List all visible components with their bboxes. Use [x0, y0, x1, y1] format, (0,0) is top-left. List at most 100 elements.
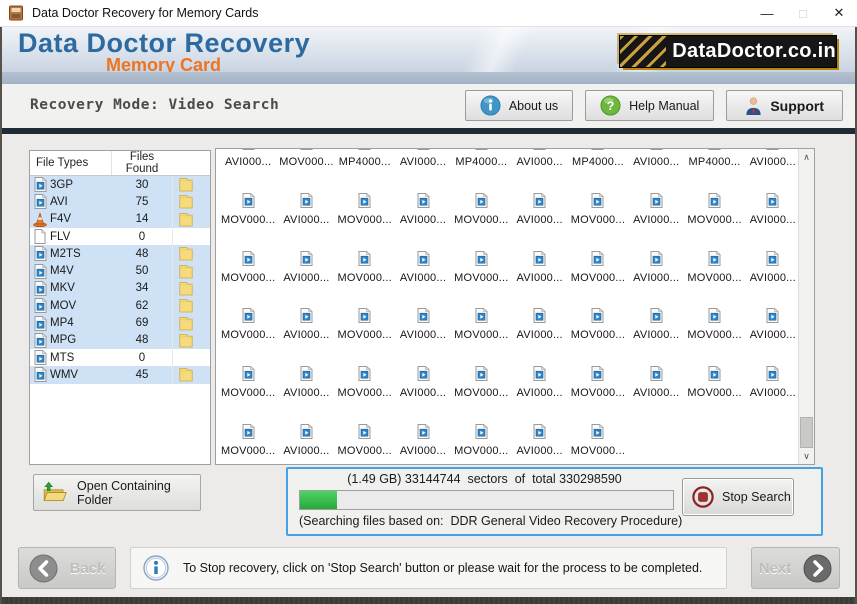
recovered-file-item[interactable]: MOV000...: [336, 366, 394, 399]
recovered-file-item[interactable]: MOV000...: [219, 366, 277, 399]
scrollbar-thumb[interactable]: [800, 417, 813, 448]
recovered-file-item[interactable]: AVI000...: [394, 251, 452, 284]
recovered-file-item[interactable]: MOV000...: [569, 193, 627, 226]
file-type-row[interactable]: WMV 45: [30, 366, 210, 383]
folder-cell[interactable]: [172, 297, 210, 314]
folder-cell[interactable]: [172, 193, 210, 210]
recovered-file-item[interactable]: AVI000...: [627, 149, 685, 168]
folder-cell[interactable]: [172, 332, 210, 349]
recovered-file-item[interactable]: AVI000...: [510, 251, 568, 284]
recovered-file-item[interactable]: MOV000...: [219, 308, 277, 341]
recovered-file-item[interactable]: MOV000...: [219, 193, 277, 226]
recovered-file-item[interactable]: AVI000...: [394, 149, 452, 168]
recovered-file-item[interactable]: AVI000...: [744, 251, 798, 284]
recovered-file-item[interactable]: MOV000...: [685, 193, 743, 226]
recovered-file-item[interactable]: MOV000...: [219, 424, 277, 457]
recovered-file-item[interactable]: AVI000...: [627, 251, 685, 284]
folder-cell[interactable]: [172, 176, 210, 193]
recovered-file-item[interactable]: MOV000...: [452, 251, 510, 284]
file-type-row[interactable]: AVI 75: [30, 193, 210, 210]
support-button[interactable]: Support: [726, 90, 843, 121]
back-button[interactable]: Back: [18, 547, 116, 589]
recovered-file-item[interactable]: MOV000...: [336, 193, 394, 226]
recovered-file-item[interactable]: AVI000...: [219, 149, 277, 168]
recovered-file-item[interactable]: AVI000...: [277, 366, 335, 399]
recovered-file-item[interactable]: AVI000...: [627, 308, 685, 341]
recovered-file-item[interactable]: AVI000...: [510, 193, 568, 226]
file-type-row[interactable]: 3GP 30: [30, 176, 210, 193]
recovered-file-item[interactable]: MOV000...: [685, 251, 743, 284]
recovered-file-item[interactable]: AVI000...: [510, 366, 568, 399]
folder-cell[interactable]: [172, 211, 210, 228]
video-file-icon: [34, 264, 47, 279]
folder-cell[interactable]: [172, 366, 210, 383]
recovered-file-item[interactable]: AVI000...: [394, 424, 452, 457]
recovered-file-item[interactable]: MOV000...: [569, 251, 627, 284]
recovered-file-item[interactable]: MOV000...: [685, 308, 743, 341]
folder-cell[interactable]: [172, 280, 210, 297]
recovered-file-item[interactable]: AVI000...: [744, 193, 798, 226]
recovered-file-item[interactable]: AVI000...: [394, 193, 452, 226]
recovered-file-item[interactable]: MP4000...: [452, 149, 510, 168]
recovered-file-item[interactable]: AVI000...: [744, 366, 798, 399]
file-grid-row: MOV000... AVI000... MOV000... AVI000... …: [219, 193, 798, 226]
recovered-file-item[interactable]: MOV000...: [685, 366, 743, 399]
folder-cell[interactable]: [172, 262, 210, 279]
recovered-file-item[interactable]: AVI000...: [627, 366, 685, 399]
file-type-row[interactable]: MP4 69: [30, 314, 210, 331]
recovered-file-item[interactable]: AVI000...: [277, 308, 335, 341]
recovered-file-item[interactable]: AVI000...: [744, 149, 798, 168]
folder-cell[interactable]: [172, 314, 210, 331]
recovered-file-item[interactable]: MP4000...: [569, 149, 627, 168]
file-type-row[interactable]: M2TS 48: [30, 245, 210, 262]
recovered-file-item[interactable]: MOV000...: [569, 366, 627, 399]
recovered-file-item[interactable]: MOV000...: [336, 308, 394, 341]
brand-block: Data Doctor Recovery Memory Card: [18, 29, 310, 73]
recovered-file-item[interactable]: AVI000...: [277, 424, 335, 457]
folder-cell[interactable]: [172, 245, 210, 262]
about-us-button[interactable]: About us: [465, 90, 573, 121]
file-type-row[interactable]: MKV 34: [30, 280, 210, 297]
recovered-file-item[interactable]: MOV000...: [336, 251, 394, 284]
maximize-button[interactable]: □: [785, 0, 821, 26]
recovered-file-item[interactable]: AVI000...: [394, 308, 452, 341]
recovered-file-item[interactable]: AVI000...: [744, 308, 798, 341]
recovered-file-item[interactable]: MOV000...: [569, 308, 627, 341]
next-button[interactable]: Next: [751, 547, 840, 589]
close-button[interactable]: ✕: [821, 0, 857, 26]
recovered-file-item[interactable]: MP4000...: [685, 149, 743, 168]
file-type-row[interactable]: FLV 0: [30, 228, 210, 245]
recovered-file-item[interactable]: MOV000...: [452, 193, 510, 226]
recovered-file-item[interactable]: AVI000...: [510, 424, 568, 457]
scroll-down-icon[interactable]: ∨: [799, 448, 814, 464]
file-type-row[interactable]: M4V 50: [30, 262, 210, 279]
recovered-file-item[interactable]: MP4000...: [336, 149, 394, 168]
scrollbar[interactable]: ∧ ∨: [798, 149, 814, 464]
recovered-file-item[interactable]: AVI000...: [510, 149, 568, 168]
recovered-file-item[interactable]: MOV000...: [219, 251, 277, 284]
file-type-row[interactable]: F4V 14: [30, 211, 210, 228]
recovered-file-item[interactable]: MOV000...: [277, 149, 335, 168]
stop-search-button[interactable]: Stop Search: [682, 478, 794, 516]
recovered-file-item[interactable]: MOV000...: [569, 424, 627, 457]
help-manual-button[interactable]: ? Help Manual: [585, 90, 714, 121]
open-containing-folder-button[interactable]: Open Containing Folder: [33, 474, 201, 511]
recovered-file-item[interactable]: MOV000...: [452, 366, 510, 399]
scroll-up-icon[interactable]: ∧: [799, 149, 814, 165]
file-type-row[interactable]: MTS 0: [30, 349, 210, 366]
recovered-file-item[interactable]: AVI000...: [394, 366, 452, 399]
recovered-file-item[interactable]: MOV000...: [336, 424, 394, 457]
minimize-button[interactable]: —: [749, 0, 785, 26]
recovered-file-item[interactable]: AVI000...: [627, 193, 685, 226]
recovered-file-item[interactable]: AVI000...: [510, 308, 568, 341]
file-type-row[interactable]: MOV 62: [30, 297, 210, 314]
files-found-count: 75: [112, 196, 172, 208]
recovered-file-item[interactable]: AVI000...: [277, 251, 335, 284]
recovered-file-item[interactable]: AVI000...: [277, 193, 335, 226]
file-type-row[interactable]: MPG 48: [30, 332, 210, 349]
video-file-icon: [591, 424, 604, 439]
recovered-file-item[interactable]: MOV000...: [452, 308, 510, 341]
folder-cell[interactable]: [172, 228, 210, 245]
recovered-file-item[interactable]: MOV000...: [452, 424, 510, 457]
folder-cell[interactable]: [172, 349, 210, 366]
